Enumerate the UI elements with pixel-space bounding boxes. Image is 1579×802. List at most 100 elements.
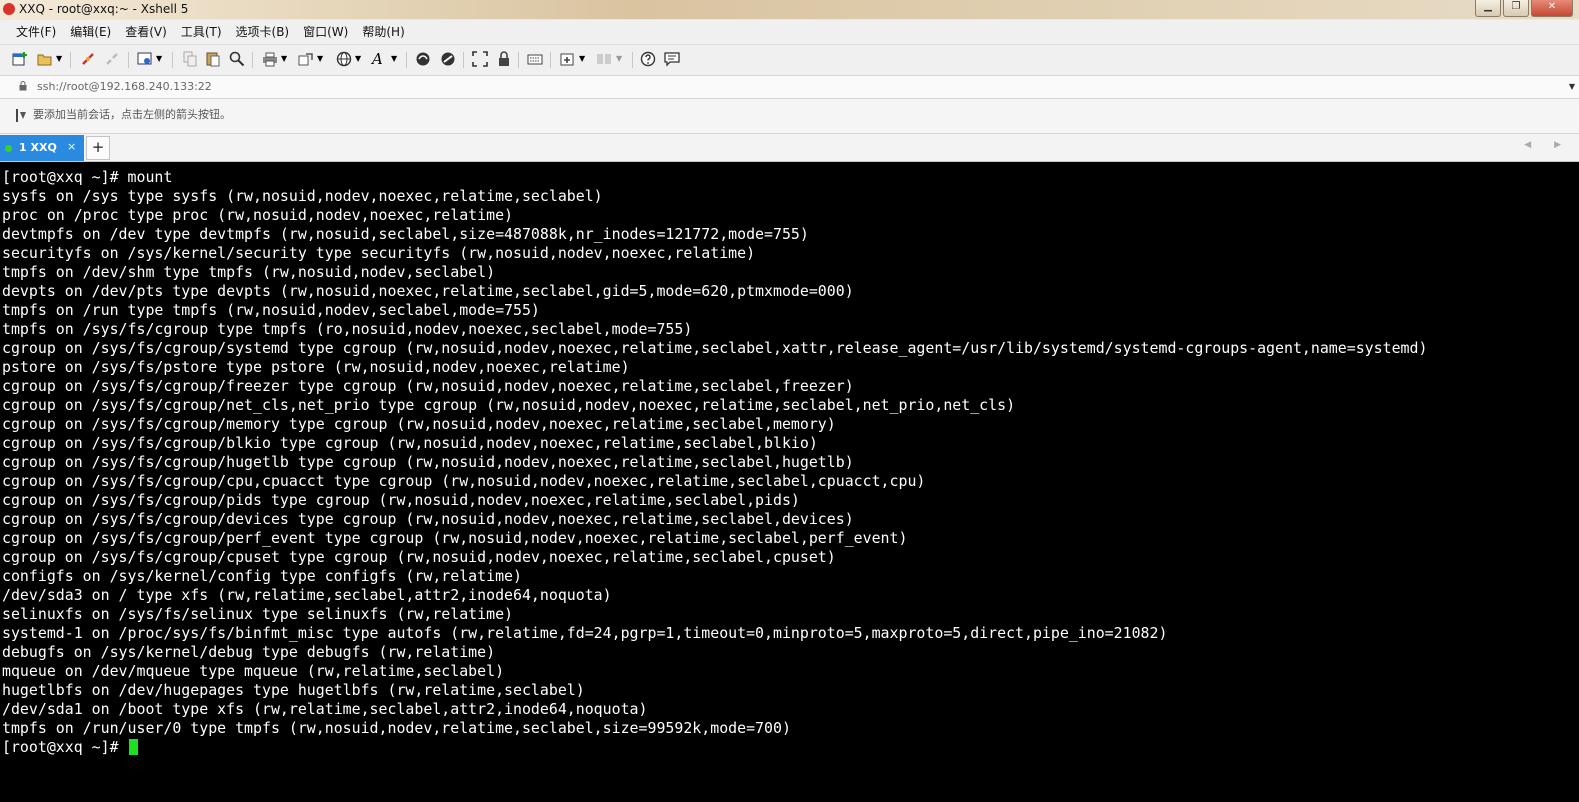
terminal-prompt[interactable]: [root@xxq ~]# [2, 738, 138, 757]
menu-edit[interactable]: 编辑(E) [63, 20, 118, 44]
chevron-down-icon[interactable]: ▼ [616, 51, 624, 67]
connect-icon[interactable] [80, 51, 96, 67]
tab-label: 1 XXQ [19, 141, 57, 154]
terminal-cursor [128, 739, 138, 755]
terminal-line: debugfs on /sys/kernel/debug type debugf… [2, 643, 496, 661]
xmanager-icon[interactable] [440, 51, 456, 67]
toolbar-divider [518, 52, 519, 68]
terminal-line: /dev/sda3 on / type xfs (rw,relatime,sec… [2, 586, 612, 604]
terminal-line: cgroup on /sys/fs/cgroup/freezer type cg… [2, 377, 854, 395]
terminal-line: tmpfs on /run type tmpfs (rw,nosuid,node… [2, 301, 540, 319]
session-hint-bar: 要添加当前会话，点击左侧的箭头按钮。 [0, 99, 1579, 134]
disconnect-icon[interactable] [104, 51, 120, 67]
window-controls: ▁ ❐ ✕ [1473, 0, 1573, 17]
terminal-line: systemd-1 on /proc/sys/fs/binfmt_misc ty… [2, 624, 1168, 642]
tab-bar: 1 XXQ × + ◀ ▶ [0, 134, 1579, 162]
close-button[interactable]: ✕ [1531, 0, 1573, 17]
menu-bar: 文件(F) 编辑(E) 查看(V) 工具(T) 选项卡(B) 窗口(W) 帮助(… [0, 20, 1579, 45]
globe-icon[interactable] [336, 51, 352, 67]
chat-icon[interactable] [664, 51, 680, 67]
tab-scroll-arrows[interactable]: ◀ ▶ [1524, 140, 1571, 150]
terminal-line: selinuxfs on /sys/fs/selinux type selinu… [2, 605, 514, 623]
paste-icon[interactable] [205, 51, 221, 67]
session-hint-text: 要添加当前会话，点击左侧的箭头按钮。 [33, 108, 231, 121]
chevron-down-icon[interactable]: ▼ [1569, 82, 1575, 91]
toolbar-divider [632, 52, 633, 68]
terminal-line: cgroup on /sys/fs/cgroup/blkio type cgro… [2, 434, 818, 452]
xftp-icon[interactable] [415, 51, 431, 67]
chevron-down-icon[interactable]: ▼ [281, 51, 289, 67]
lock-icon[interactable] [496, 51, 512, 67]
transfer-icon[interactable] [298, 51, 314, 67]
session-address[interactable]: ssh://root@192.168.240.133:22 [37, 79, 212, 95]
toolbar-divider [406, 52, 407, 68]
terminal-line: cgroup on /sys/fs/cgroup/memory type cgr… [2, 415, 836, 433]
chevron-down-icon[interactable]: ▼ [56, 51, 64, 67]
layout-icon[interactable] [596, 51, 612, 67]
menu-window[interactable]: 窗口(W) [296, 20, 355, 44]
terminal-line: cgroup on /sys/fs/cgroup/pids type cgrou… [2, 491, 800, 509]
chevron-down-icon[interactable]: ▼ [317, 51, 325, 67]
lock-icon [19, 81, 27, 91]
toolbar-divider [463, 52, 464, 68]
properties-icon[interactable] [137, 51, 153, 67]
window-title: XXQ - root@xxq:~ - Xshell 5 [19, 2, 189, 16]
add-session-arrow-icon[interactable] [16, 109, 28, 122]
toolbar: ▼ ▼ ▼ ▼ ▼ A ▼ ▼ ▼ [0, 45, 1579, 76]
add-tab-button[interactable]: + [86, 136, 110, 160]
tab-close-icon[interactable]: × [67, 140, 76, 154]
toolbar-divider [550, 52, 551, 68]
open-folder-icon[interactable] [37, 51, 53, 67]
terminal-line: proc on /proc type proc (rw,nosuid,nodev… [2, 206, 514, 224]
menu-tabs[interactable]: 选项卡(B) [229, 20, 297, 44]
terminal-line: [root@xxq ~]# mount [2, 168, 173, 186]
terminal-line: securityfs on /sys/kernel/security type … [2, 244, 756, 262]
terminal-line: tmpfs on /sys/fs/cgroup type tmpfs (ro,n… [2, 320, 693, 338]
minimize-button[interactable]: ▁ [1475, 0, 1501, 17]
terminal-line: devtmpfs on /dev type devtmpfs (rw,nosui… [2, 225, 809, 243]
terminal-line: cgroup on /sys/fs/cgroup/net_cls,net_pri… [2, 396, 1016, 414]
keyboard-icon[interactable] [527, 51, 543, 67]
chevron-down-icon[interactable]: ▼ [391, 51, 399, 67]
connection-status-icon [5, 145, 12, 152]
terminal-line: cgroup on /sys/fs/cgroup/perf_event type… [2, 529, 908, 547]
terminal-line: cgroup on /sys/fs/cgroup/cpuset type cgr… [2, 548, 836, 566]
menu-help[interactable]: 帮助(H) [355, 20, 411, 44]
terminal-area[interactable]: [root@xxq ~]# mount sysfs on /sys type sy… [0, 162, 1579, 802]
toolbar-divider [172, 52, 173, 68]
menu-view[interactable]: 查看(V) [118, 20, 174, 44]
xshell-logo-icon [3, 3, 15, 15]
chevron-down-icon[interactable]: ▼ [355, 51, 363, 67]
terminal-line: devpts on /dev/pts type devpts (rw,nosui… [2, 282, 854, 300]
terminal-line: /dev/sda1 on /boot type xfs (rw,relatime… [2, 700, 648, 718]
tab-xxq[interactable]: 1 XXQ × [0, 135, 84, 161]
copy-icon[interactable] [182, 51, 198, 67]
terminal-line: cgroup on /sys/fs/cgroup/hugetlb type cg… [2, 453, 854, 471]
window-title-bar[interactable]: XXQ - root@xxq:~ - Xshell 5 ▁ ❐ ✕ [0, 0, 1579, 19]
find-icon[interactable] [229, 51, 245, 67]
menu-file[interactable]: 文件(F) [9, 20, 63, 44]
help-icon[interactable] [640, 51, 656, 67]
chevron-down-icon[interactable]: ▼ [156, 51, 164, 67]
terminal-line: mqueue on /dev/mqueue type mqueue (rw,re… [2, 662, 505, 680]
address-bar[interactable]: ssh://root@192.168.240.133:22 ▼ [0, 76, 1579, 99]
toolbar-divider [128, 52, 129, 68]
terminal-line: cgroup on /sys/fs/cgroup/cpu,cpuacct typ… [2, 472, 926, 490]
restore-button[interactable]: ❐ [1503, 0, 1529, 17]
new-session-icon[interactable] [12, 51, 28, 67]
print-icon[interactable] [262, 51, 278, 67]
terminal-line: tmpfs on /run/user/0 type tmpfs (rw,nosu… [2, 719, 791, 737]
new-tab-icon[interactable] [560, 51, 576, 67]
terminal-line: tmpfs on /dev/shm type tmpfs (rw,nosuid,… [2, 263, 496, 281]
terminal-line: configfs on /sys/kernel/config type conf… [2, 567, 522, 585]
fullscreen-icon[interactable] [472, 51, 488, 67]
menu-tools[interactable]: 工具(T) [174, 20, 229, 44]
terminal-line: hugetlbfs on /dev/hugepages type hugetlb… [2, 681, 585, 699]
terminal-line: sysfs on /sys type sysfs (rw,nosuid,node… [2, 187, 603, 205]
toolbar-divider [252, 52, 253, 68]
font-icon[interactable]: A [372, 51, 388, 67]
terminal-line: cgroup on /sys/fs/cgroup/devices type cg… [2, 510, 854, 528]
terminal-line: pstore on /sys/fs/pstore type pstore (rw… [2, 358, 630, 376]
chevron-down-icon[interactable]: ▼ [579, 51, 587, 67]
toolbar-divider [70, 52, 71, 68]
